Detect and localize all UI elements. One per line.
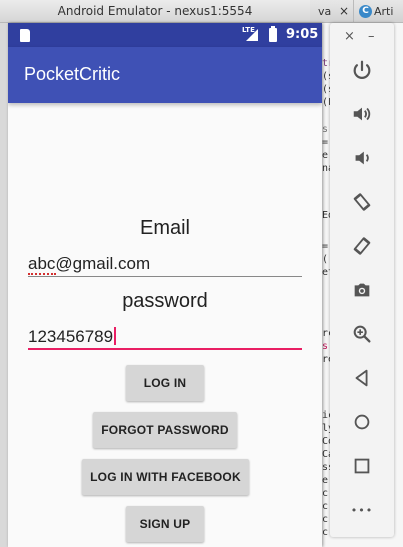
class-c-icon: C [359,5,372,18]
email-value: abc@gmail.com [28,254,151,273]
code-line: s [322,124,329,135]
back-icon[interactable] [346,364,378,392]
emulator-screen[interactable]: LTE 9:05 PocketCritic Email abc@gmail.co… [8,23,322,547]
code-line: c [322,527,329,538]
code-line: = [322,241,329,252]
signup-button[interactable]: SIGN UP [126,506,204,542]
login-button[interactable]: LOG IN [126,365,204,401]
app-bar: PocketCritic [8,47,322,103]
battery-icon [269,26,277,42]
emulator-toolbar: × – ••• [330,23,394,537]
code-line: s [322,341,329,352]
code-line: c [322,501,329,512]
minimize-icon[interactable]: – [368,29,375,44]
rotate-left-icon[interactable] [346,188,378,216]
code-line: = [322,137,329,148]
status-bar: LTE 9:05 [8,23,322,47]
window-title: Android Emulator - nexus1:5554 [0,0,310,23]
camera-icon[interactable] [346,276,378,304]
signal-icon [246,29,258,41]
password-field[interactable]: 123456789 [28,324,302,350]
password-label: password [122,290,208,312]
spellcheck-underline [28,273,56,275]
ide-tab-1-label: va [318,5,332,18]
sd-card-icon [20,29,30,42]
home-icon[interactable] [346,408,378,436]
login-form: Email abc@gmail.com password 123456789 L… [8,103,322,547]
code-line: c [322,488,329,499]
more-icon[interactable]: ••• [346,496,378,524]
status-time: 9:05 [286,27,319,42]
volume-down-icon[interactable] [346,144,378,172]
ide-tab-2[interactable]: C Arti [356,0,403,23]
ide-tab-2-label: Arti [374,5,394,18]
code-line: c [322,514,329,525]
text-cursor [114,327,117,345]
volume-up-icon[interactable] [346,100,378,128]
code-line: e [322,475,329,486]
code-line: e [322,150,329,161]
email-field[interactable]: abc@gmail.com [28,251,302,277]
ide-tab-bar: va × C Arti [310,0,403,23]
rotate-right-icon[interactable] [346,232,378,260]
forgot-password-button[interactable]: FORGOT PASSWORD [93,412,237,448]
overview-icon[interactable] [346,452,378,480]
zoom-icon[interactable] [346,320,378,348]
password-underline [28,348,302,350]
power-icon[interactable] [346,56,378,84]
code-line: ( [322,254,329,265]
app-title: PocketCritic [24,64,121,84]
facebook-login-button[interactable]: LOG IN WITH FACEBOOK [82,459,249,495]
close-icon[interactable]: × [344,29,355,44]
password-value: 123456789 [28,327,114,346]
email-underline [28,276,302,277]
password-value-wrap: 123456789 [28,327,117,347]
email-label: Email [139,217,190,239]
ide-tab-1[interactable]: va × [310,0,354,23]
close-icon[interactable]: × [339,0,349,23]
